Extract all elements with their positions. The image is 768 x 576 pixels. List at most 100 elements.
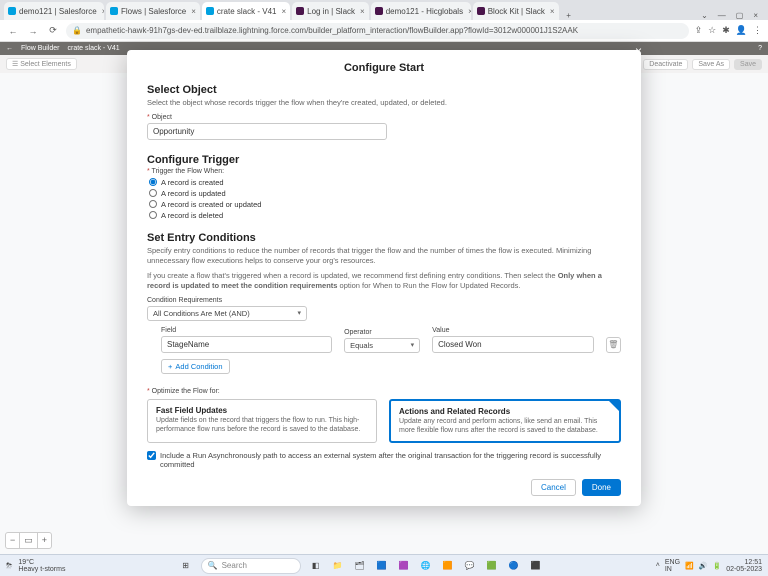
favicon-icon (8, 7, 16, 15)
battery-icon[interactable]: 🔋 (712, 562, 721, 570)
system-tray: ˄ ENGIN 📶 🔊 🔋 12:5102-05-2023 (656, 559, 762, 573)
opt-card-title: Actions and Related Records (399, 407, 611, 416)
tab-4[interactable]: demo121 - Hicglobals× (371, 2, 471, 20)
back-button[interactable]: ← (6, 26, 20, 36)
taskbar-app-icon[interactable]: 🟪 (397, 559, 411, 573)
tab-2[interactable]: crate slack - V41× (202, 2, 290, 20)
start-button[interactable]: ⊞ (179, 559, 193, 573)
chevron-down-icon[interactable]: ⌄ (701, 11, 708, 20)
radio-created[interactable]: A record is created (149, 178, 621, 187)
close-icon[interactable]: × (468, 7, 471, 16)
favicon-icon (206, 7, 214, 15)
weather-widget[interactable]: 19°CHeavy t-storms (18, 559, 65, 573)
address-bar: ← → ⟳ 🔒empathetic-hawk-91h7gs-dev-ed.tra… (0, 20, 768, 42)
favicon-icon (110, 7, 118, 15)
close-icon[interactable]: × (191, 7, 196, 16)
zoom-out-button[interactable]: − (6, 533, 20, 548)
clock[interactable]: 12:5102-05-2023 (726, 559, 762, 573)
opt-fast-field-updates[interactable]: Fast Field Updates Update fields on the … (147, 399, 377, 444)
close-icon[interactable]: × (360, 7, 365, 16)
share-icon[interactable]: ⇪ (695, 25, 703, 36)
run-async-checkbox[interactable]: Include a Run Asynchronously path to acc… (147, 451, 621, 469)
tab-3[interactable]: Log in | Slack× (292, 2, 369, 20)
taskbar-app-icon[interactable]: 🔵 (507, 559, 521, 573)
taskbar-app-icon[interactable]: 🟩 (485, 559, 499, 573)
zoom-controls: − ▭ + (5, 532, 52, 549)
optimize-label: Optimize the Flow for: (147, 388, 621, 395)
close-icon[interactable]: × (753, 11, 758, 20)
favicon-icon (477, 7, 485, 15)
done-button[interactable]: Done (582, 479, 621, 496)
object-label: Object (147, 114, 621, 121)
zoom-fit-button[interactable]: ▭ (20, 533, 38, 548)
trigger-when-label: Trigger the Flow When: (147, 168, 621, 175)
condition-requirements-select[interactable]: All Conditions Are Met (AND)▾ (147, 306, 307, 321)
windows-taskbar: ⛈ 19°CHeavy t-storms ⊞ 🔍Search ◧ 📁 🗂 🟦 🟪… (0, 554, 768, 576)
select-object-heading: Select Object (147, 84, 621, 96)
tab-1[interactable]: Flows | Salesforce× (106, 2, 200, 20)
browser-tabstrip: demo121 | Salesforce× Flows | Salesforce… (0, 0, 768, 20)
taskbar-app-icon[interactable]: ⬛ (529, 559, 543, 573)
taskbar-app-icon[interactable]: 🟧 (441, 559, 455, 573)
taskbar-app-icon[interactable]: 🟦 (375, 559, 389, 573)
star-icon[interactable]: ☆ (708, 25, 716, 36)
trash-icon: 🗑 (608, 340, 618, 349)
field-input[interactable]: StageName (161, 336, 332, 353)
taskbar-app-icon[interactable]: 🗂 (353, 559, 367, 573)
value-input[interactable]: Closed Won (432, 336, 594, 353)
favicon-icon (296, 7, 304, 15)
close-icon[interactable]: × (102, 7, 104, 16)
opt-card-body: Update fields on the record that trigger… (156, 417, 368, 435)
close-icon[interactable]: × (281, 7, 286, 16)
taskbar-search[interactable]: 🔍Search (201, 558, 301, 574)
language-indicator[interactable]: ENGIN (665, 559, 680, 573)
tab-0[interactable]: demo121 | Salesforce× (4, 2, 104, 20)
forward-button[interactable]: → (26, 26, 40, 36)
entry-desc-2: If you create a flow that's triggered wh… (147, 271, 621, 291)
deactivate-button[interactable]: Deactivate (643, 59, 688, 70)
delete-condition-button[interactable]: 🗑 (606, 337, 621, 353)
plus-icon: + (168, 362, 172, 371)
taskbar-app-icon[interactable]: 🌐 (419, 559, 433, 573)
minimize-icon[interactable]: — (718, 11, 726, 20)
cancel-button[interactable]: Cancel (531, 479, 576, 496)
select-elements-button[interactable]: ☰ Select Elements (6, 58, 77, 70)
task-view-button[interactable]: ◧ (309, 559, 323, 573)
save-button: Save (734, 59, 762, 70)
chevron-down-icon: ▾ (411, 341, 415, 349)
condition-row: Field StageName Operator Equals▾ Value C… (161, 327, 621, 353)
object-input[interactable]: Opportunity (147, 123, 387, 140)
profile-icon[interactable]: 👤 (736, 25, 747, 36)
url-field[interactable]: 🔒empathetic-hawk-91h7gs-dev-ed.trailblaz… (66, 23, 689, 39)
menu-icon[interactable]: ⋮ (753, 25, 762, 36)
tab-5[interactable]: Block Kit | Slack× (473, 2, 559, 20)
window-controls: ⌄ — ▢ × (701, 11, 764, 20)
wifi-icon[interactable]: 📶 (685, 562, 694, 570)
zoom-in-button[interactable]: + (38, 533, 51, 548)
radio-updated[interactable]: A record is updated (149, 189, 621, 198)
close-icon[interactable]: × (550, 7, 555, 16)
maximize-icon[interactable]: ▢ (736, 11, 744, 20)
volume-icon[interactable]: 🔊 (699, 562, 708, 570)
back-icon[interactable]: ← (6, 45, 13, 52)
tray-chevron-icon[interactable]: ˄ (656, 562, 660, 569)
help-icon[interactable]: ? (758, 45, 762, 52)
weather-icon[interactable]: ⛈ (6, 561, 12, 571)
close-icon[interactable]: × (635, 44, 642, 58)
save-as-button[interactable]: Save As (692, 59, 730, 70)
opt-card-title: Fast Field Updates (156, 406, 368, 415)
new-tab-button[interactable]: + (561, 11, 577, 20)
taskbar-app-icon[interactable]: 💬 (463, 559, 477, 573)
entry-conditions-heading: Set Entry Conditions (147, 232, 621, 244)
value-label: Value (432, 327, 594, 334)
opt-actions-related-records[interactable]: Actions and Related Records Update any r… (389, 399, 621, 444)
taskbar-app-icon[interactable]: 📁 (331, 559, 345, 573)
configure-trigger-heading: Configure Trigger (147, 154, 621, 166)
extensions-icon[interactable]: ✱ (722, 25, 730, 36)
radio-created-or-updated[interactable]: A record is created or updated (149, 200, 621, 209)
radio-deleted[interactable]: A record is deleted (149, 211, 621, 220)
chevron-down-icon: ▾ (297, 309, 301, 317)
add-condition-button[interactable]: +Add Condition (161, 359, 230, 374)
operator-select[interactable]: Equals▾ (344, 338, 420, 353)
reload-button[interactable]: ⟳ (46, 25, 60, 36)
